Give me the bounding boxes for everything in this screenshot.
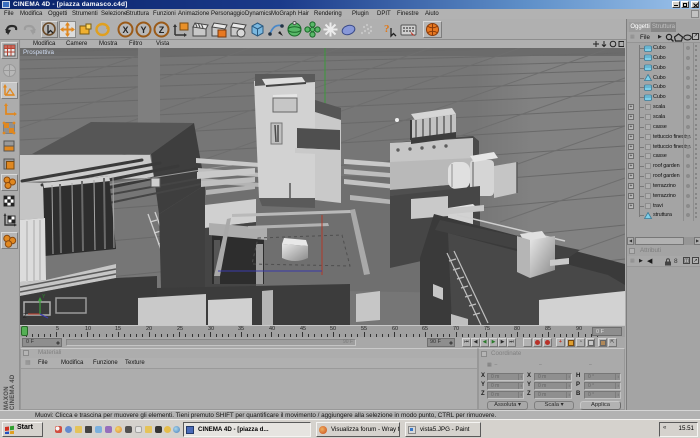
svg-text:?: ? xyxy=(384,23,390,35)
svg-text:Y: Y xyxy=(140,25,146,35)
svg-text:Z: Z xyxy=(159,25,165,35)
svg-text:Z: Z xyxy=(23,314,27,320)
svg-text:X: X xyxy=(122,25,128,35)
